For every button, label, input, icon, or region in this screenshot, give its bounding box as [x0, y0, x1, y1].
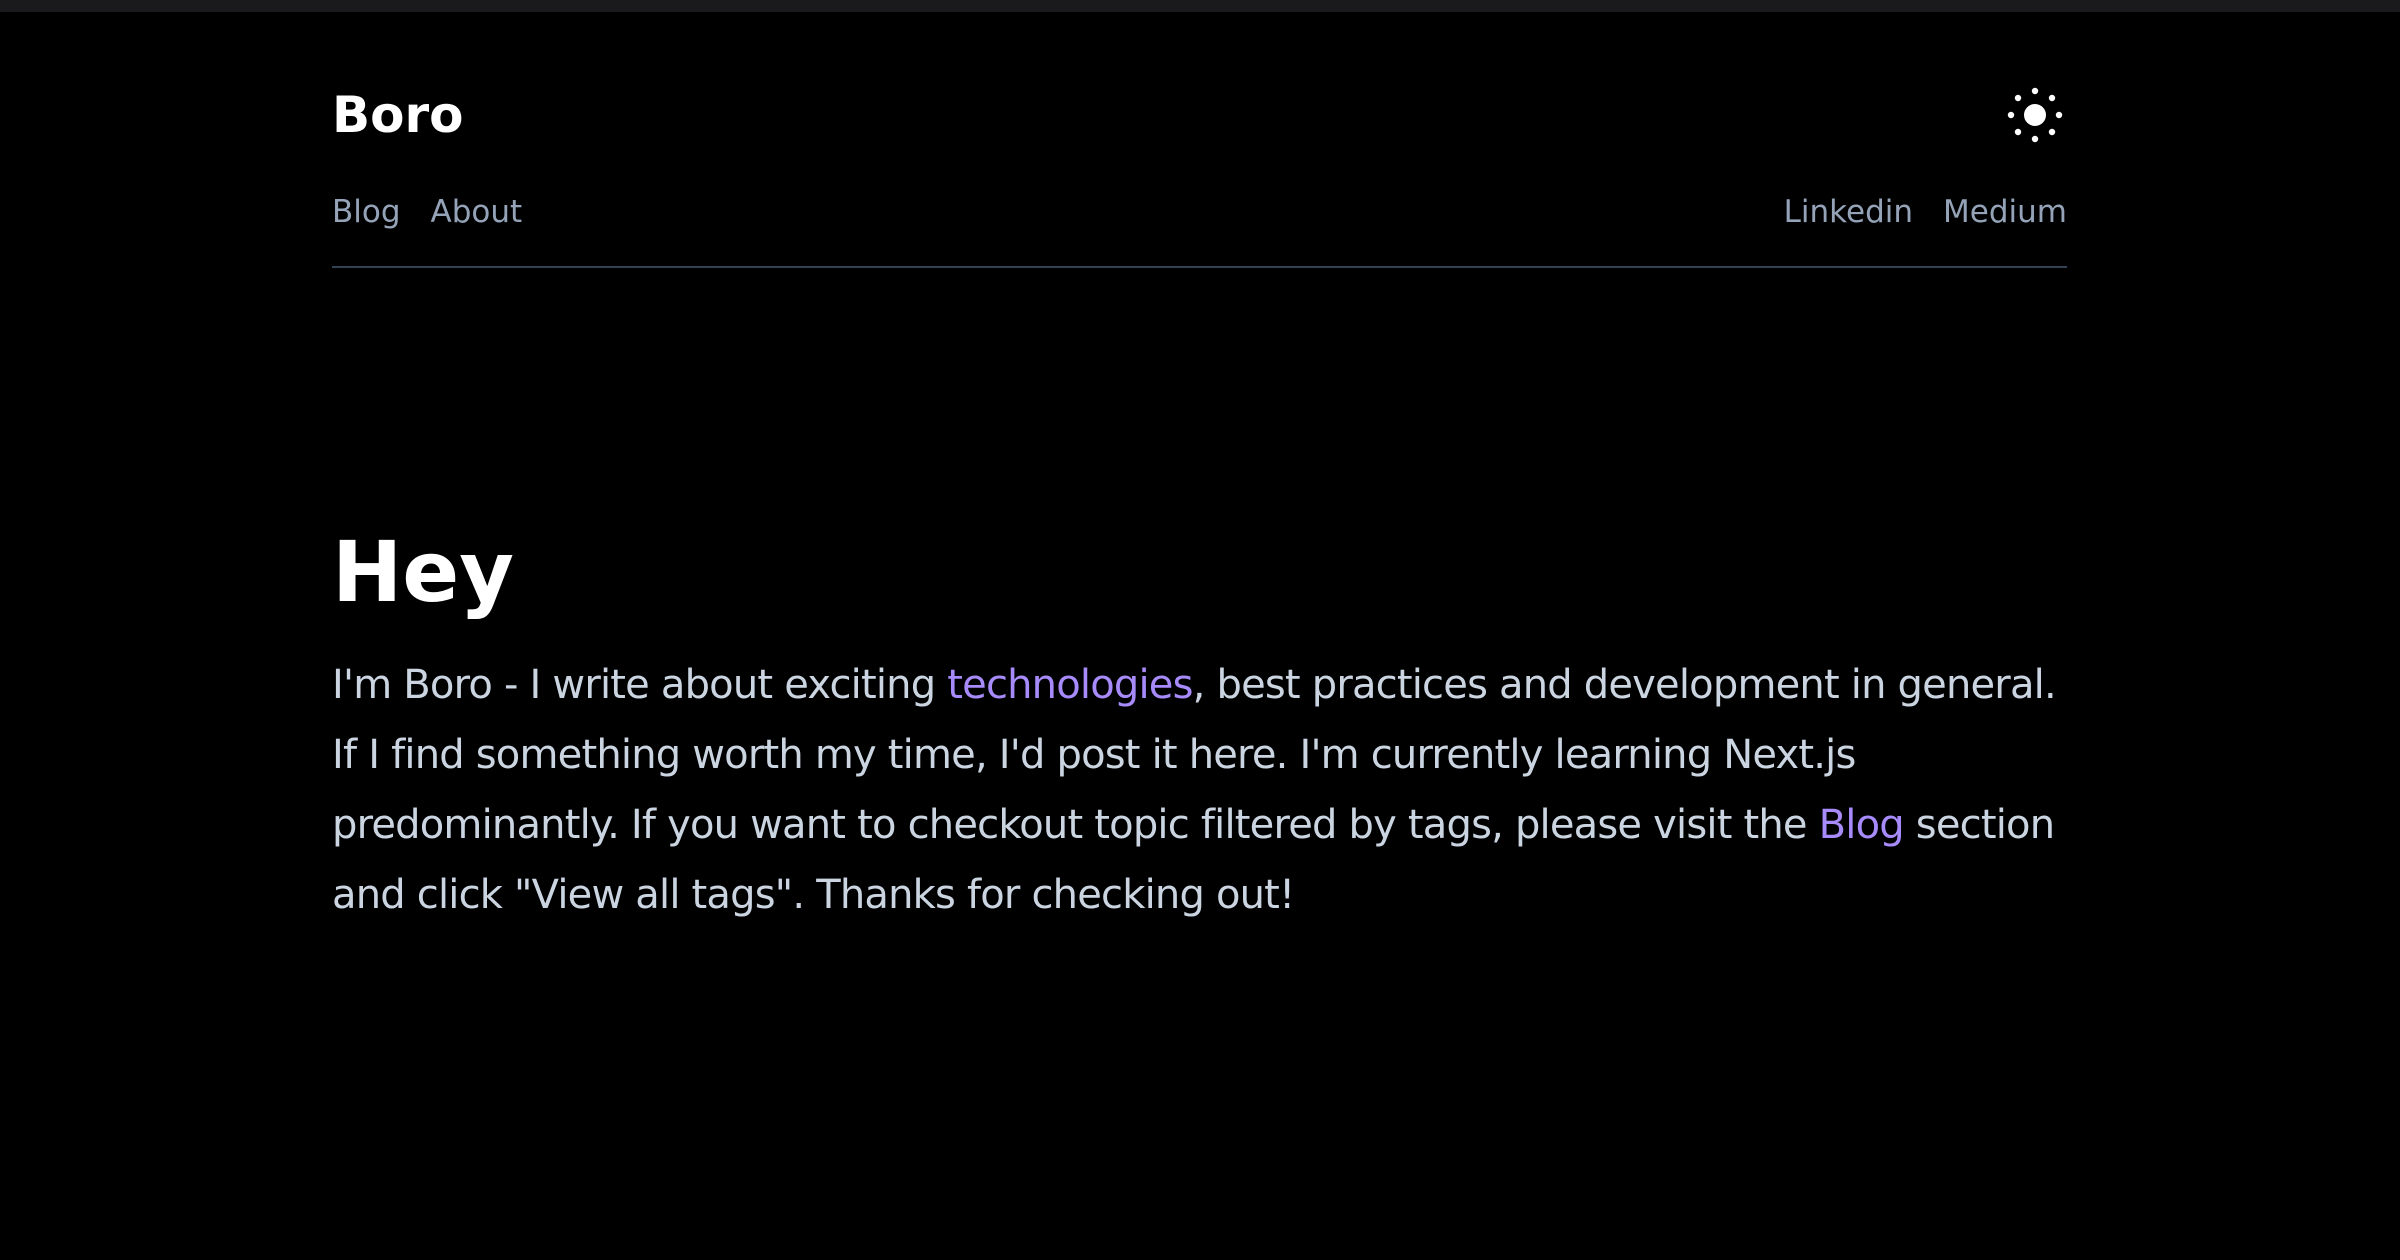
intro-section: Hey I'm Boro - I write about exciting te…: [332, 516, 2067, 930]
intro-paragraph: I'm Boro - I write about exciting techno…: [332, 650, 2067, 930]
site-title[interactable]: Boro: [332, 80, 463, 150]
nav-right-links: Linkedin Medium: [1784, 188, 2067, 236]
intro-text-part-1: I'm Boro - I write about exciting: [332, 662, 948, 708]
nav-bar: Blog About Linkedin Medium: [332, 188, 2067, 236]
blog-inline-link[interactable]: Blog: [1819, 802, 1905, 848]
header-divider: [332, 266, 2067, 268]
theme-toggle-button[interactable]: [2003, 83, 2067, 147]
browser-top-strip: [0, 0, 2400, 12]
nav-link-medium[interactable]: Medium: [1943, 188, 2067, 236]
nav-link-blog[interactable]: Blog: [332, 188, 401, 236]
sun-icon: [2007, 87, 2063, 143]
site-header: Boro: [332, 80, 2067, 150]
nav-link-about[interactable]: About: [431, 188, 523, 236]
nav-link-linkedin[interactable]: Linkedin: [1784, 188, 1913, 236]
intro-heading: Hey: [332, 523, 515, 621]
nav-left-links: Blog About: [332, 188, 522, 236]
technologies-link[interactable]: technologies: [947, 662, 1193, 708]
